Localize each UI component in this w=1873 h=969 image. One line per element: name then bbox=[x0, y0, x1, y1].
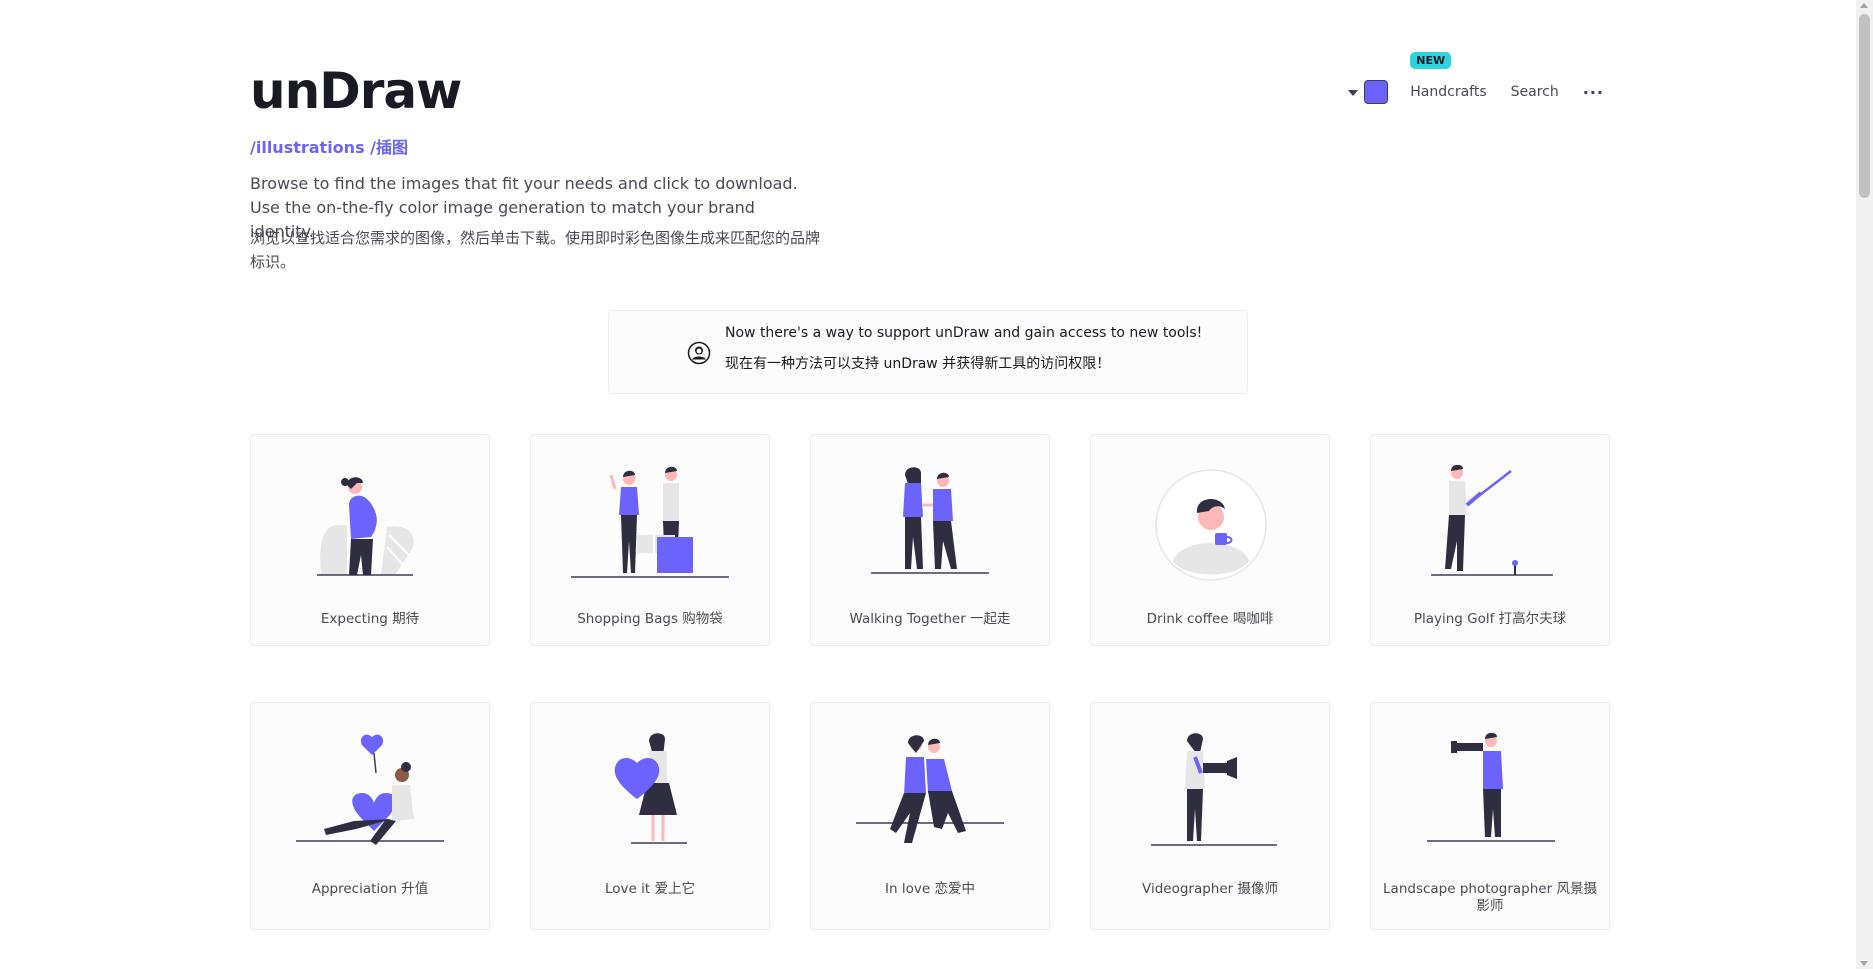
nav-handcrafts-label: Handcrafts bbox=[1410, 84, 1487, 100]
notice-line-en: Now there's a way to support unDraw and … bbox=[725, 325, 1203, 341]
notice-line-zh: 现在有一种方法可以支持 unDraw 并获得新工具的访问权限！ bbox=[725, 356, 1111, 372]
illustration-label: Drink coffee 喝咖啡 bbox=[1146, 611, 1274, 627]
in-love-illustration bbox=[856, 735, 1004, 843]
nav-search[interactable]: Search bbox=[1511, 84, 1559, 100]
description-zh: 浏览以查找适合您需求的图像，然后单击下载。使用即时彩色图像生成来匹配您的品牌标识… bbox=[250, 229, 821, 271]
illustration-card[interactable]: Playing Golf 打高尔夫球 bbox=[1370, 434, 1610, 646]
illustration-label: In love 恋爱中 bbox=[885, 881, 975, 897]
illustration-label: Playing Golf 打高尔夫球 bbox=[1413, 611, 1567, 627]
illustration-card[interactable]: Expecting 期待 bbox=[250, 434, 490, 646]
scroll-down-icon[interactable] bbox=[1860, 961, 1868, 966]
walking-together-illustration bbox=[871, 467, 989, 574]
appreciation-illustration bbox=[296, 734, 444, 845]
illustration-label: Walking Together 一起走 bbox=[849, 611, 1011, 627]
illustration-label: Landscape photographer 风景摄影师 bbox=[1383, 881, 1597, 914]
videographer-illustration bbox=[1151, 733, 1277, 846]
illustration-card[interactable]: Appreciation 升值 bbox=[250, 702, 490, 930]
illustration-card[interactable]: Landscape photographer 风景摄影师 bbox=[1370, 702, 1610, 930]
user-circle-icon bbox=[687, 341, 711, 365]
illustration-label: Love it 爱上它 bbox=[605, 881, 695, 897]
color-picker-button[interactable] bbox=[1364, 80, 1389, 104]
page: unDraw /illustrations /插图 Browse to find… bbox=[250, 0, 1610, 969]
illustration-label: Appreciation 升值 bbox=[311, 881, 429, 897]
expecting-illustration bbox=[317, 477, 414, 576]
nav-handcrafts[interactable]: NEW Handcrafts bbox=[1410, 52, 1487, 100]
more-menu-icon[interactable]: ··· bbox=[1583, 83, 1604, 102]
top-nav: NEW Handcrafts Search ··· bbox=[1348, 52, 1606, 122]
illustration-card[interactable]: Love it 爱上它 bbox=[530, 702, 770, 930]
scroll-up-icon[interactable] bbox=[1860, 3, 1868, 8]
illustration-label: Shopping Bags 购物袋 bbox=[577, 611, 723, 627]
love-it-illustration bbox=[614, 733, 687, 844]
illustration-card[interactable]: Shopping Bags 购物袋 bbox=[530, 434, 770, 646]
drink-coffee-illustration bbox=[1155, 469, 1267, 581]
illustration-card[interactable]: In love 恋爱中 bbox=[810, 702, 1050, 930]
illustration-card[interactable]: Walking Together 一起走 bbox=[810, 434, 1050, 646]
scrollbar[interactable] bbox=[1856, 0, 1873, 969]
breadcrumb: /illustrations /插图 bbox=[250, 138, 409, 157]
shopping-bags-illustration bbox=[571, 466, 729, 578]
site-logo[interactable]: unDraw bbox=[250, 62, 462, 120]
illustration-card[interactable]: Drink coffee 喝咖啡 bbox=[1090, 434, 1330, 646]
scrollbar-thumb[interactable] bbox=[1859, 14, 1870, 198]
new-badge: NEW bbox=[1410, 52, 1452, 69]
chevron-down-icon[interactable] bbox=[1348, 90, 1359, 96]
illustration-label: Videographer 摄像师 bbox=[1142, 881, 1278, 897]
illustration-card[interactable]: Videographer 摄像师 bbox=[1090, 702, 1330, 930]
playing-golf-illustration bbox=[1431, 465, 1553, 576]
landscape-photographer-illustration bbox=[1427, 733, 1555, 842]
illustration-label: Expecting 期待 bbox=[320, 611, 420, 627]
support-notice[interactable]: Now there's a way to support unDraw and … bbox=[608, 310, 1248, 394]
